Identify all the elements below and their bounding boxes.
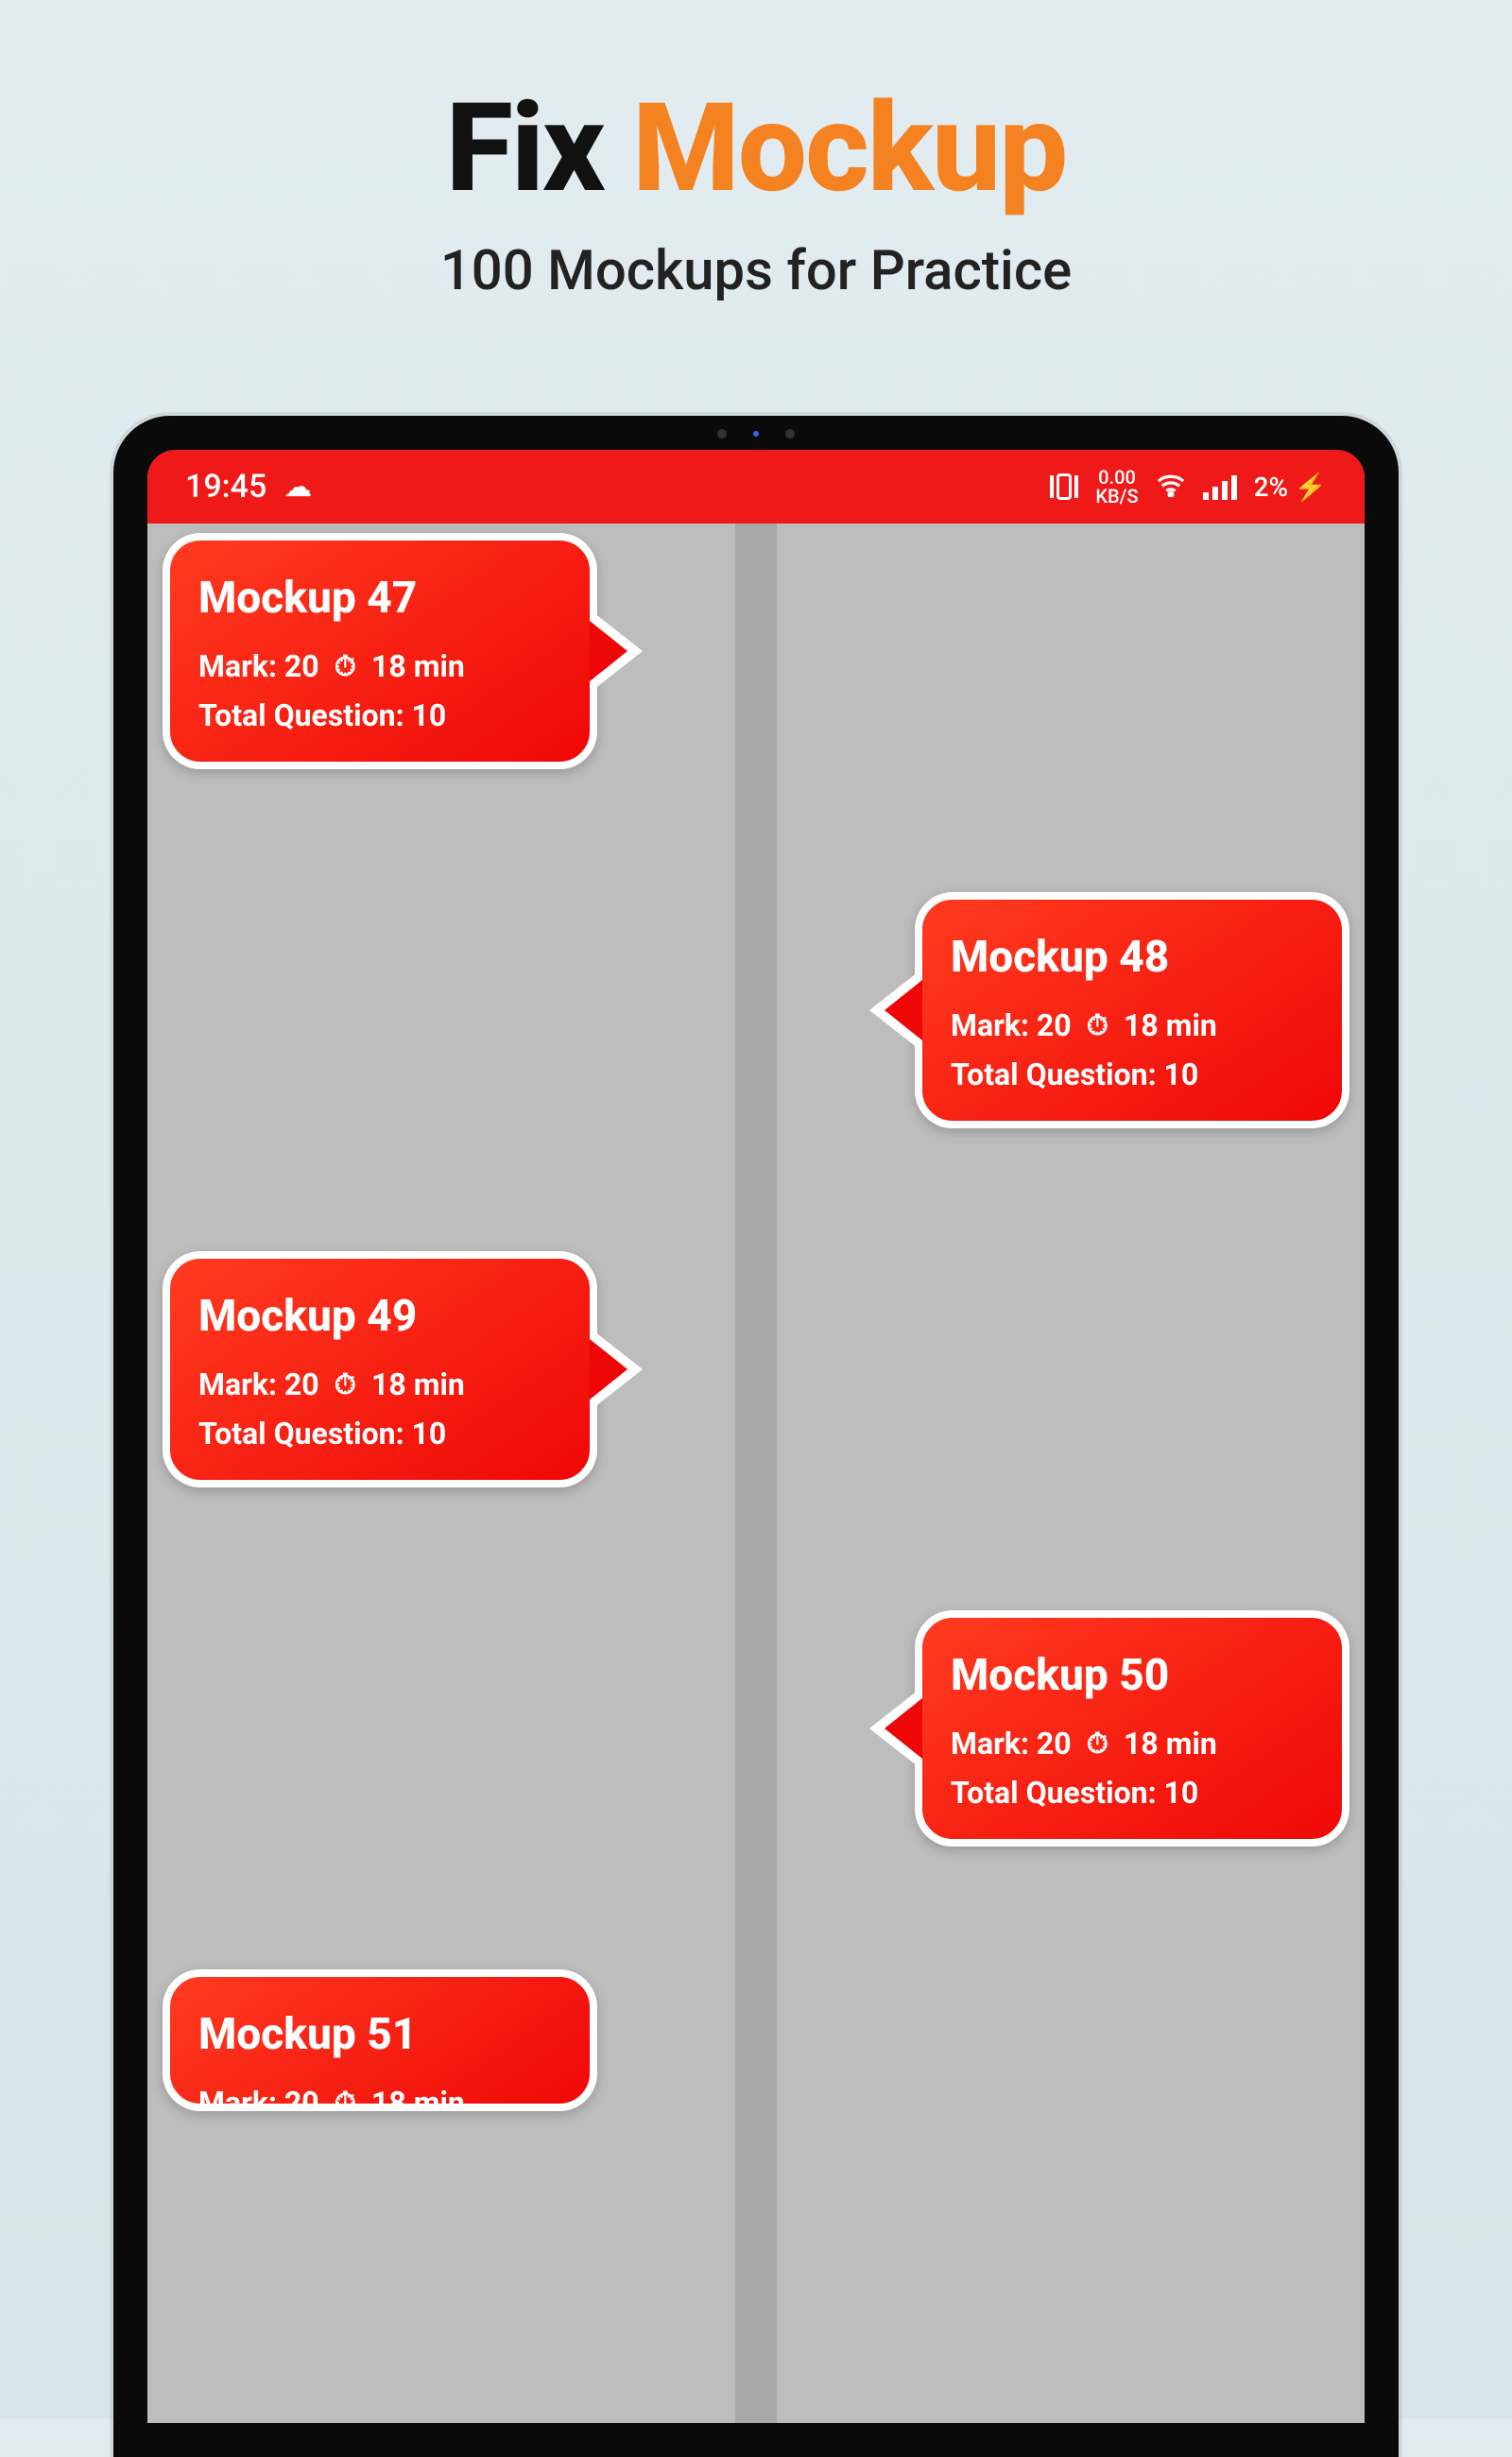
mockup-title: Mockup 50 xyxy=(951,1650,1314,1701)
total-questions: Total Question: 10 xyxy=(198,697,561,733)
tablet-camera-notch xyxy=(662,429,850,438)
mockup-title: Mockup 48 xyxy=(951,932,1314,983)
status-right: 0.00 KB/S 2% ⚡ xyxy=(1050,468,1327,506)
card-pointer-icon xyxy=(590,1328,643,1411)
promo-header: Fix Mockup 100 Mockups for Practice xyxy=(0,0,1512,303)
mockup-card[interactable]: Mockup 51 Mark: 20 ⏱ 18 min Total Questi… xyxy=(163,1969,597,2111)
duration-label: 18 min xyxy=(1124,1007,1217,1043)
promo-title: Fix Mockup xyxy=(0,76,1512,220)
mockup-card[interactable]: Mockup 48 Mark: 20 ⏱ 18 min Total Questi… xyxy=(915,892,1349,1128)
mockup-meta: Mark: 20 ⏱ 18 min xyxy=(198,2085,561,2111)
total-questions: Total Question: 10 xyxy=(951,1057,1314,1092)
card-pointer-icon xyxy=(869,969,922,1052)
timer-icon: ⏱ xyxy=(1087,1727,1108,1761)
status-left: 19:45 ☁ xyxy=(185,468,312,506)
total-questions: Total Question: 10 xyxy=(198,1416,561,1452)
total-questions: Total Question: 10 xyxy=(951,1775,1314,1811)
mark-label: Mark: 20 xyxy=(198,648,319,684)
timer-icon: ⏱ xyxy=(335,1368,356,1401)
promo-title-mockup: Mockup xyxy=(632,76,1066,220)
timer-icon: ⏱ xyxy=(1087,1009,1108,1042)
mockup-card[interactable]: Mockup 49 Mark: 20 ⏱ 18 min Total Questi… xyxy=(163,1251,597,1487)
wifi-icon xyxy=(1156,468,1186,506)
charging-icon: ⚡ xyxy=(1294,472,1327,503)
mockup-meta: Mark: 20 ⏱ 18 min xyxy=(198,1366,561,1402)
mockup-meta: Mark: 20 ⏱ 18 min xyxy=(951,1726,1314,1761)
duration-label: 18 min xyxy=(1124,1726,1217,1761)
tablet-screen: 19:45 ☁ 0.00 KB/S 2% ⚡ xyxy=(147,450,1365,2423)
tablet-frame: 19:45 ☁ 0.00 KB/S 2% ⚡ xyxy=(113,416,1399,2457)
mockup-meta: Mark: 20 ⏱ 18 min xyxy=(951,1007,1314,1043)
promo-title-fix: Fix xyxy=(446,76,632,220)
timer-icon: ⏱ xyxy=(335,650,356,683)
mockup-title: Mockup 47 xyxy=(198,573,561,624)
mockup-card[interactable]: Mockup 50 Mark: 20 ⏱ 18 min Total Questi… xyxy=(915,1610,1349,1847)
duration-label: 18 min xyxy=(371,648,465,684)
mark-label: Mark: 20 xyxy=(198,1366,319,1402)
mark-label: Mark: 20 xyxy=(951,1007,1072,1043)
status-bar: 19:45 ☁ 0.00 KB/S 2% ⚡ xyxy=(147,450,1365,524)
card-pointer-icon xyxy=(590,610,643,693)
promo-subtitle: 100 Mockups for Practice xyxy=(0,239,1512,303)
vibrate-icon xyxy=(1050,473,1078,500)
battery-status: 2% ⚡ xyxy=(1254,472,1327,503)
duration-label: 18 min xyxy=(371,1366,465,1402)
network-speed: 0.00 KB/S xyxy=(1095,468,1138,506)
mark-label: Mark: 20 xyxy=(198,2085,319,2111)
mark-label: Mark: 20 xyxy=(951,1726,1072,1761)
duration-label: 18 min xyxy=(371,2085,465,2111)
mockup-list[interactable]: Mockup 47 Mark: 20 ⏱ 18 min Total Questi… xyxy=(147,524,1365,2423)
signal-icon xyxy=(1203,473,1237,500)
cloud-icon: ☁ xyxy=(284,471,312,504)
mockup-title: Mockup 51 xyxy=(198,2009,561,2060)
mockup-title: Mockup 49 xyxy=(198,1291,561,1342)
card-pointer-icon xyxy=(590,1999,597,2082)
timer-icon: ⏱ xyxy=(335,2087,356,2112)
mockup-meta: Mark: 20 ⏱ 18 min xyxy=(198,648,561,684)
status-time: 19:45 xyxy=(185,468,266,506)
card-pointer-icon xyxy=(869,1687,922,1770)
mockup-card[interactable]: Mockup 47 Mark: 20 ⏱ 18 min Total Questi… xyxy=(163,533,597,769)
timeline-divider xyxy=(735,524,777,2423)
